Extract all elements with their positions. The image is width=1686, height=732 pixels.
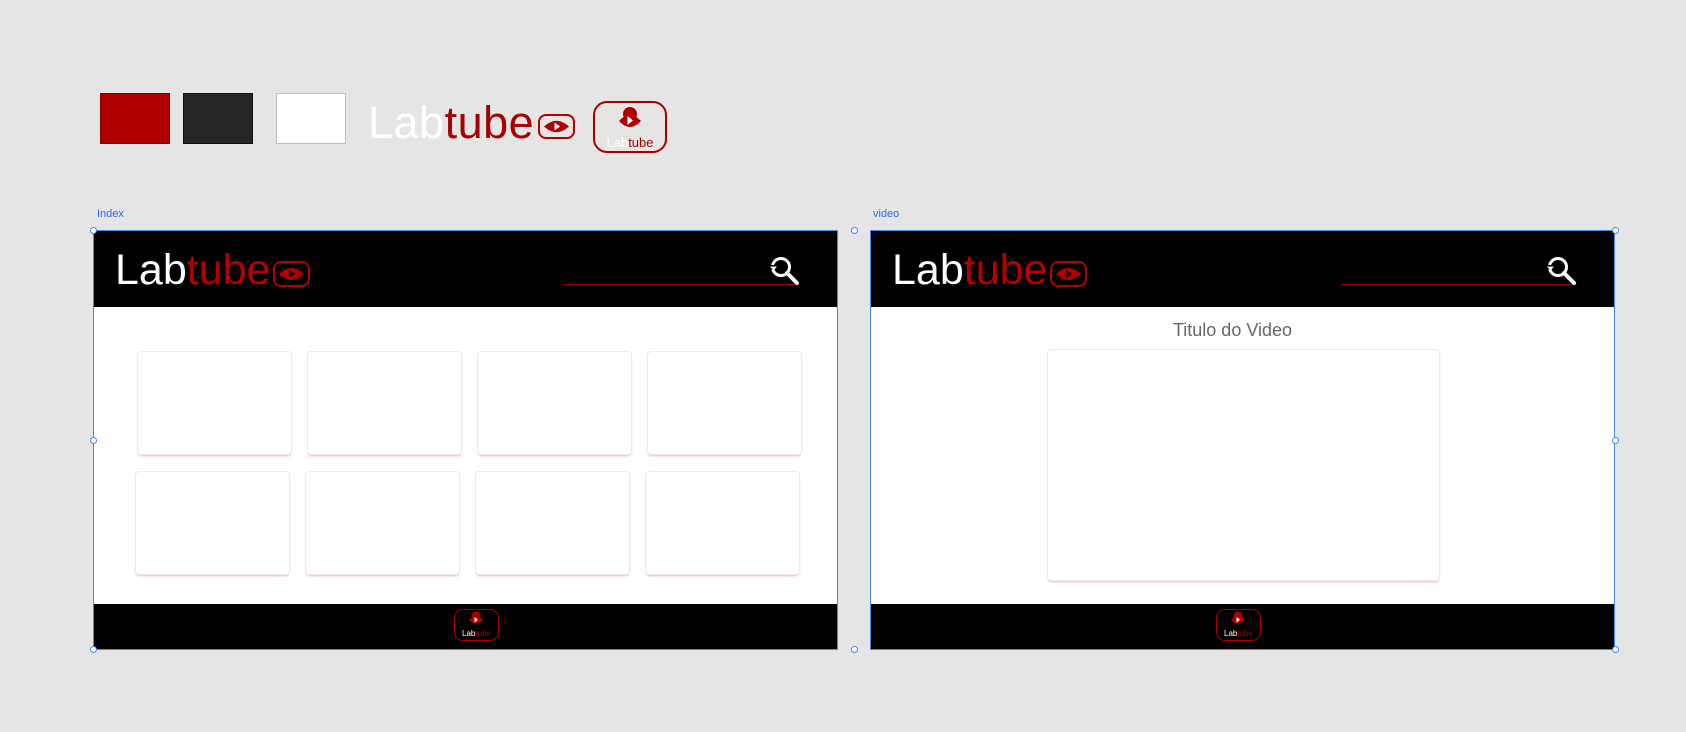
video-card[interactable] — [646, 472, 799, 574]
search-input[interactable] — [564, 284, 796, 285]
play-icon — [469, 611, 483, 624]
video-card[interactable] — [136, 472, 289, 574]
header: Lab tube — [94, 231, 837, 307]
video-card[interactable] — [648, 352, 801, 454]
color-swatch-dark — [183, 93, 253, 144]
resize-handle[interactable] — [1612, 227, 1619, 234]
resize-handle[interactable] — [1612, 437, 1619, 444]
video-card[interactable] — [306, 472, 459, 574]
resize-handle[interactable] — [90, 227, 97, 234]
footer-wordmark: Labtube — [462, 629, 491, 638]
footer: Labtube — [871, 604, 1614, 649]
frame-video: Lab tube Titulo do Video Labtube — [870, 230, 1615, 650]
play-icon — [1231, 611, 1245, 624]
video-player[interactable] — [1048, 350, 1439, 580]
video-card[interactable] — [476, 472, 629, 574]
labtube-logo: Lab tube — [368, 94, 576, 150]
resize-handle[interactable] — [851, 227, 858, 234]
color-swatch-red — [100, 93, 170, 144]
video-card[interactable] — [308, 352, 461, 454]
play-icon — [273, 261, 311, 287]
search-icon[interactable] — [767, 253, 801, 287]
logo-tube-text: tube — [444, 96, 535, 148]
frame-index: Lab tube Labtube — [93, 230, 838, 650]
video-title: Titulo do Video — [1172, 320, 1293, 340]
video-card[interactable] — [478, 352, 631, 454]
play-icon — [538, 113, 576, 139]
search-input[interactable] — [1341, 284, 1573, 285]
header-logo[interactable]: Lab tube — [115, 245, 311, 295]
play-icon — [1050, 261, 1088, 287]
play-icon — [619, 107, 641, 127]
labtube-app-icon: Labtube — [593, 101, 667, 153]
frame-label-video: video — [873, 208, 900, 220]
app-icon-wordmark: Labtube — [606, 135, 654, 150]
resize-handle[interactable] — [90, 646, 97, 653]
color-swatch-white — [276, 93, 346, 144]
resize-handle[interactable] — [90, 437, 97, 444]
footer-wordmark: Labtube — [1224, 629, 1253, 638]
footer-labtube-icon[interactable]: Labtube — [454, 609, 499, 641]
header: Lab tube — [871, 231, 1614, 307]
search-icon[interactable] — [1544, 253, 1578, 287]
frame-label-index: Index — [97, 208, 124, 220]
footer: Labtube — [94, 604, 837, 649]
resize-handle[interactable] — [1612, 646, 1619, 653]
resize-handle[interactable] — [851, 646, 858, 653]
video-card[interactable] — [138, 352, 291, 454]
header-logo[interactable]: Lab tube — [892, 245, 1088, 295]
footer-labtube-icon[interactable]: Labtube — [1216, 609, 1261, 641]
logo-lab-text: Lab — [368, 96, 445, 148]
